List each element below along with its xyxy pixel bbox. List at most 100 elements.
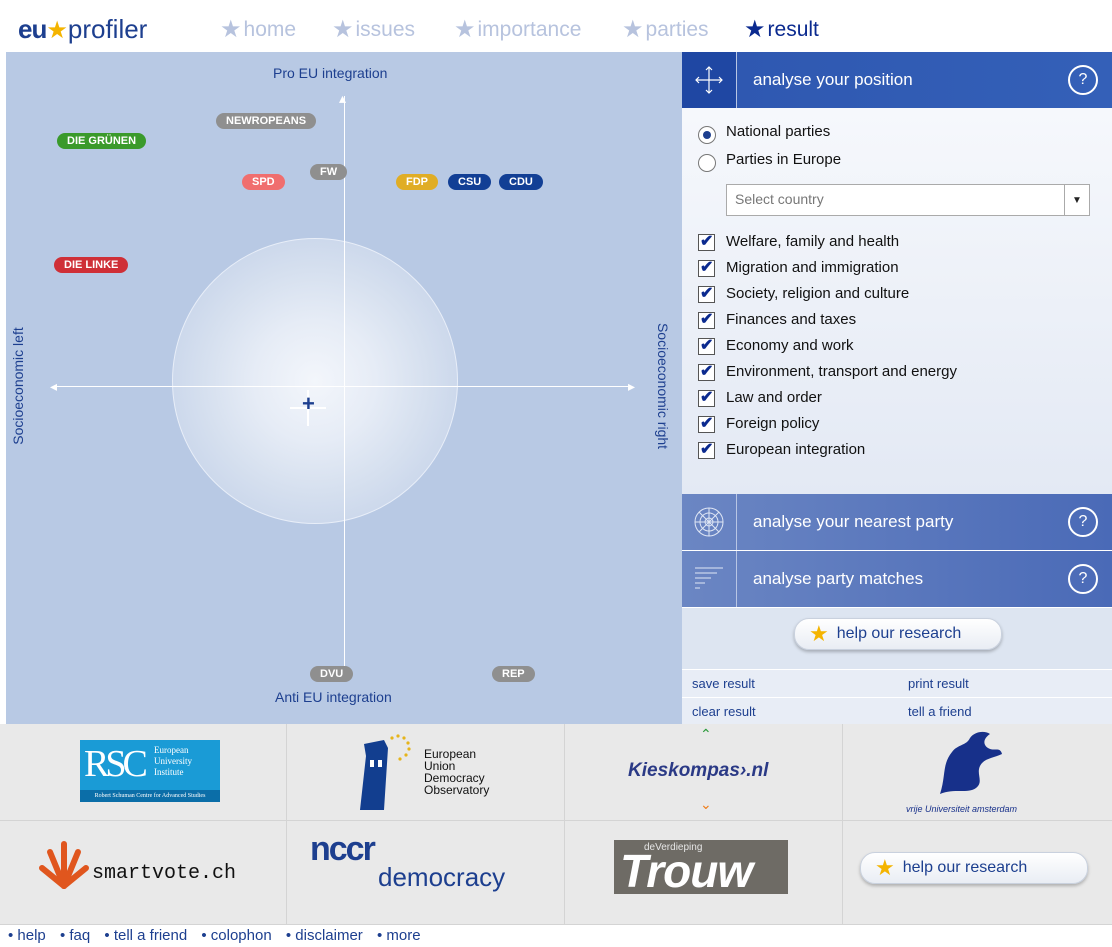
axis-label-top: Pro EU integration xyxy=(273,65,388,81)
issue-label-european: European integration xyxy=(726,441,866,458)
issue-checkbox-finances[interactable] xyxy=(698,309,715,329)
match-bars-icon xyxy=(682,551,737,607)
smartvote-text: smartvote.ch xyxy=(92,862,237,885)
griffin-icon xyxy=(940,731,1002,794)
footer-link-help[interactable]: • help xyxy=(8,927,46,944)
country-select-value: Select country xyxy=(735,191,824,207)
help-our-research-button[interactable]: ★ help our research xyxy=(794,618,1002,650)
nccr-logo-cell[interactable]: nccr democracy xyxy=(286,820,565,925)
analyse-party-matches-header[interactable]: analyse party matches ? xyxy=(682,551,1112,607)
axis-label-bottom: Anti EU integration xyxy=(275,689,392,705)
issue-checkbox-welfare[interactable] xyxy=(698,231,715,251)
nav-home-label: home xyxy=(243,17,297,41)
eudo-logo-cell[interactable]: European Union Democracy Observatory xyxy=(286,724,565,821)
rsc-eui-logo-cell[interactable]: RSC European University Institute Robert… xyxy=(0,724,287,821)
clear-result-link[interactable]: clear result xyxy=(692,704,756,719)
eudo-line-4: Observatory xyxy=(424,783,490,797)
issue-checkbox-society[interactable] xyxy=(698,283,715,303)
kieskompas-text: Kieskompas›.nl xyxy=(628,760,769,781)
footer-link-disclaimer[interactable]: • disclaimer xyxy=(286,927,363,944)
analyse-position-header[interactable]: analyse your position ? xyxy=(682,52,1112,108)
issue-label-welfare: Welfare, family and health xyxy=(726,233,900,250)
footer-link-more[interactable]: • more xyxy=(377,927,421,944)
arrow-right-icon: ▸ xyxy=(628,378,636,394)
help-our-research-label: help our research xyxy=(836,625,962,642)
nav-issues[interactable]: ★ issues xyxy=(332,15,415,44)
chevron-down-icon: ⌄ xyxy=(700,796,712,812)
logo-profiler-text: profiler xyxy=(67,14,148,44)
issue-label-migration: Migration and immigration xyxy=(726,259,899,276)
axis-label-left: Socioeconomic left xyxy=(10,327,26,445)
party-marker-spd[interactable]: SPD xyxy=(242,174,285,190)
star-icon: ★ xyxy=(875,855,895,880)
nav-home[interactable]: ★ home xyxy=(220,15,296,44)
arrow-up-icon: ▴ xyxy=(339,90,347,106)
issue-checkbox-environment[interactable] xyxy=(698,361,715,381)
nav-parties[interactable]: ★ parties xyxy=(622,15,709,44)
help-question-icon[interactable]: ? xyxy=(1068,564,1098,594)
horizontal-axis xyxy=(54,386,630,387)
eui-line-1: European xyxy=(154,745,189,755)
analyse-nearest-party-header[interactable]: analyse your nearest party ? xyxy=(682,494,1112,550)
kieskompas-logo-cell[interactable]: ⌃ Kieskompas›.nl ⌄ xyxy=(564,724,843,821)
eudo-name: European Union Democracy Observatory xyxy=(424,748,489,796)
options-block: National parties Parties in Europe Selec… xyxy=(682,108,1112,494)
user-position-marker[interactable]: + xyxy=(302,393,315,415)
smartvote-logo-cell[interactable]: smartvote.ch xyxy=(0,820,287,925)
footer-link-faq[interactable]: • faq xyxy=(60,927,90,944)
party-marker-die-gruenen[interactable]: DIE GRÜNEN xyxy=(57,133,147,149)
eudo-tower-icon xyxy=(360,734,411,810)
vu-amsterdam-logo-cell[interactable]: vrije Universiteit amsterdam xyxy=(842,724,1112,821)
save-result-link[interactable]: save result xyxy=(692,676,755,691)
political-compass-plot: ◂ ▸ ▴ ▾ Pro EU integration Anti EU integ… xyxy=(6,52,682,724)
star-icon: ★ xyxy=(809,621,829,646)
issue-checkbox-migration[interactable] xyxy=(698,257,715,277)
eui-line-2: University xyxy=(154,756,192,766)
issue-label-law: Law and order xyxy=(726,389,822,406)
arrow-left-icon: ◂ xyxy=(50,378,58,394)
help-research-cell: ★ help our research xyxy=(842,820,1112,925)
footer-link-colophon[interactable]: • colophon xyxy=(201,927,271,944)
move-arrows-icon xyxy=(682,52,737,108)
top-navigation: eu★profiler ★ home ★ issues ★ importance ★ p… xyxy=(0,0,1112,52)
result-links-row-2: clear result tell a friend xyxy=(682,697,1112,725)
party-marker-die-linke[interactable]: DIE LINKE xyxy=(54,257,129,273)
vertical-axis xyxy=(344,96,345,674)
party-marker-fdp[interactable]: FDP xyxy=(396,174,438,190)
star-icon: ★ xyxy=(744,16,766,43)
star-icon: ★ xyxy=(46,17,68,44)
footer-link-tell-a-friend[interactable]: • tell a friend xyxy=(104,927,187,944)
country-select[interactable]: Select country ▼ xyxy=(726,184,1090,216)
help-question-icon[interactable]: ? xyxy=(1068,507,1098,537)
print-result-link[interactable]: print result xyxy=(908,676,969,691)
party-marker-newropeans[interactable]: NEWROPEANS xyxy=(216,113,317,129)
dropdown-arrow-icon[interactable]: ▼ xyxy=(1064,185,1089,215)
star-icon: ★ xyxy=(622,16,644,43)
help-question-icon[interactable]: ? xyxy=(1068,65,1098,95)
party-marker-cdu[interactable]: CDU xyxy=(499,174,543,190)
star-icon: ★ xyxy=(220,16,242,43)
issue-checkbox-foreign[interactable] xyxy=(698,413,715,433)
nav-importance[interactable]: ★ importance xyxy=(454,15,581,44)
party-marker-fw[interactable]: FW xyxy=(310,164,348,180)
help-our-research-button-footer[interactable]: ★ help our research xyxy=(860,852,1088,884)
party-marker-csu[interactable]: CSU xyxy=(448,174,492,190)
trouw-logo-cell[interactable]: deVerdieping Trouw xyxy=(564,820,843,925)
euprofiler-logo[interactable]: eu★profiler xyxy=(18,14,147,45)
parties-in-europe-radio[interactable] xyxy=(698,154,716,172)
nccr-text: nccr xyxy=(310,830,376,868)
party-marker-rep[interactable]: REP xyxy=(492,666,535,682)
nav-result[interactable]: ★ result xyxy=(744,15,819,44)
user-position-area xyxy=(172,238,458,524)
rsc-abbr: RSC xyxy=(84,743,148,785)
issue-checkbox-law[interactable] xyxy=(698,387,715,407)
analysis-panel: analyse your position ? National parties… xyxy=(682,52,1112,725)
rsc-subtitle: Robert Schuman Centre for Advanced Studi… xyxy=(80,790,220,802)
tell-a-friend-link[interactable]: tell a friend xyxy=(908,704,972,719)
issue-checkbox-economy[interactable] xyxy=(698,335,715,355)
analyse-position-label: analyse your position xyxy=(753,70,913,89)
party-marker-dvu[interactable]: DVU xyxy=(310,666,354,682)
help-our-research-footer-label: help our research xyxy=(902,859,1028,876)
issue-checkbox-european[interactable] xyxy=(698,439,715,459)
national-parties-radio[interactable] xyxy=(698,126,716,144)
